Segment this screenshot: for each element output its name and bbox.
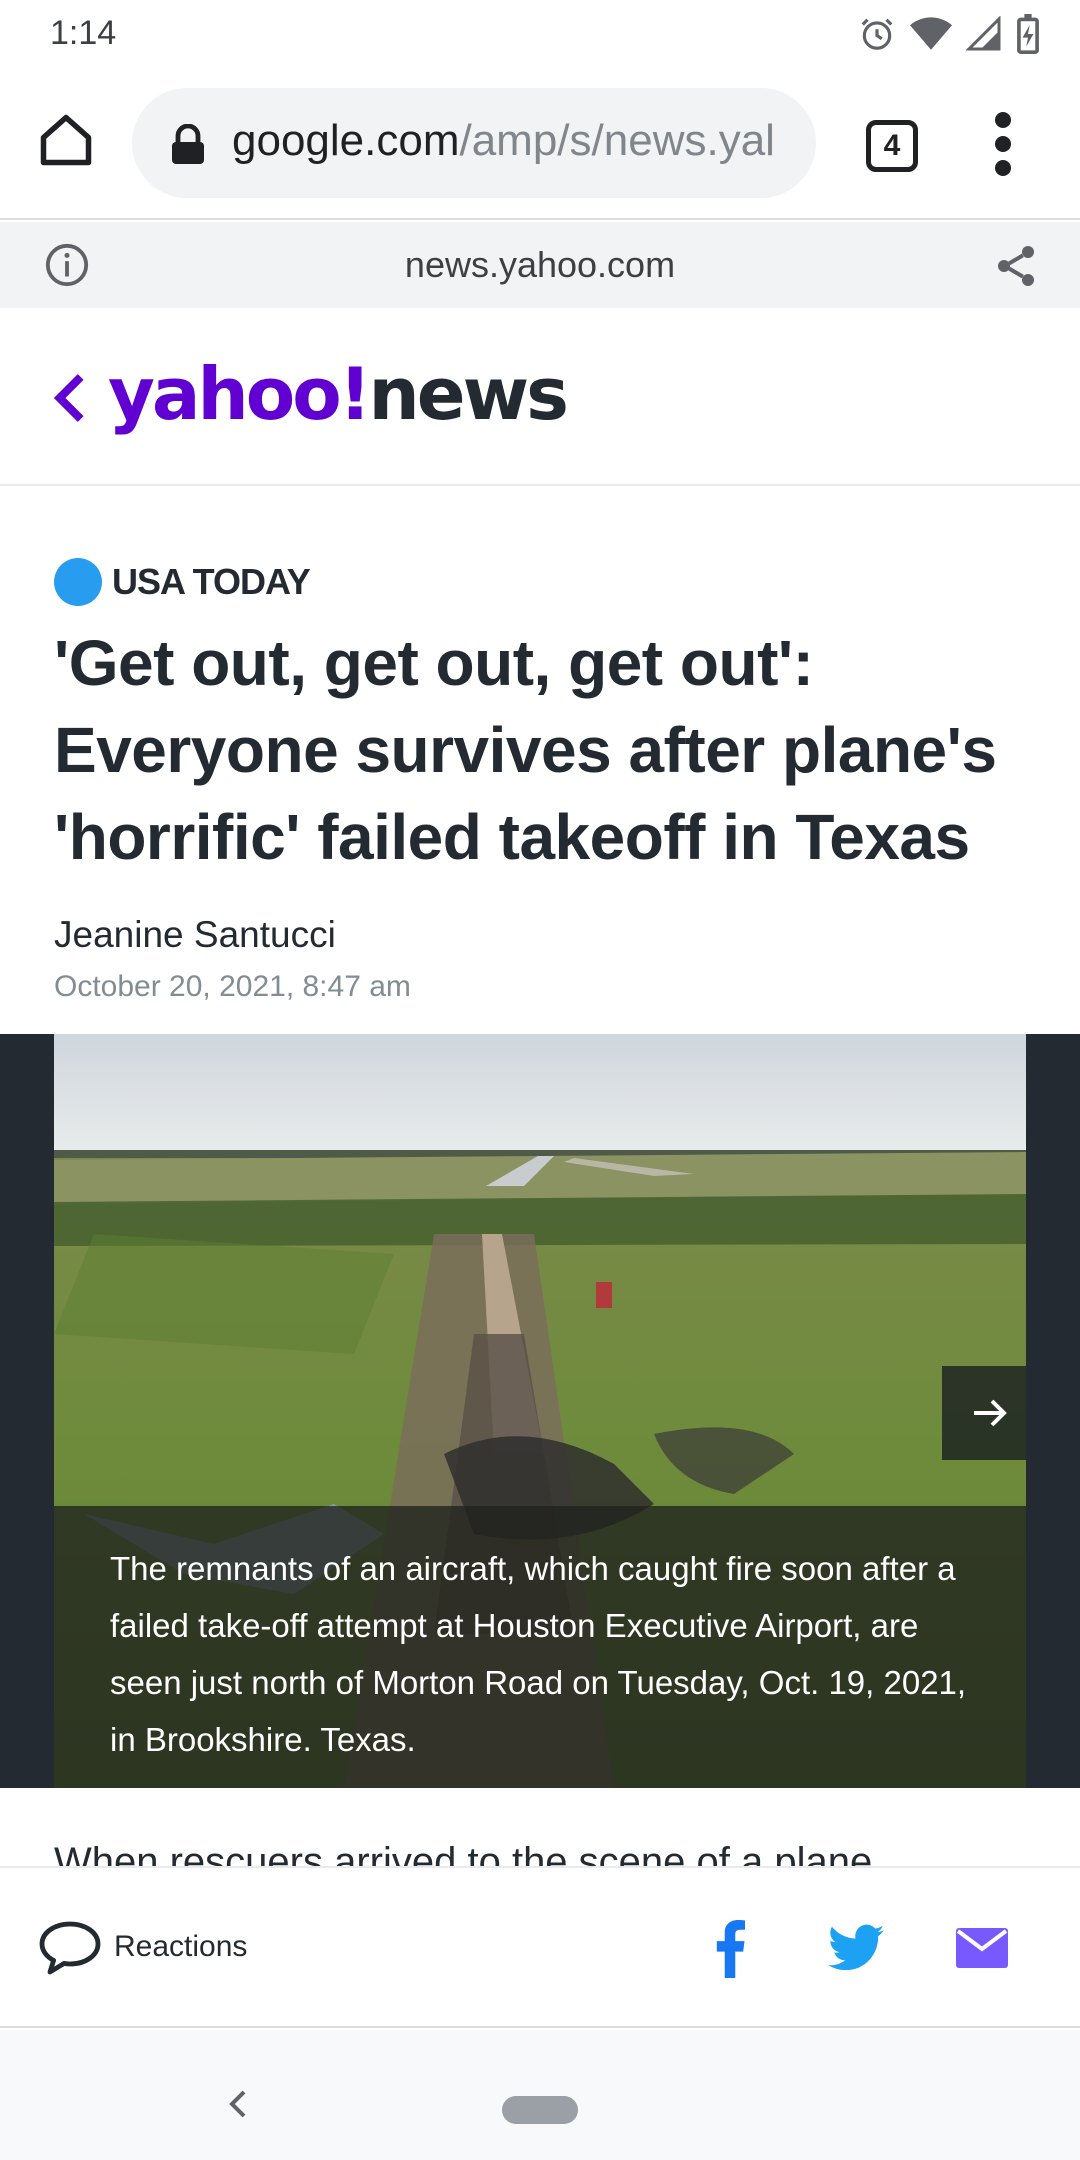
wifi-icon: [910, 17, 952, 50]
status-bar: 1:14: [0, 0, 1080, 66]
publisher[interactable]: USA TODAY: [54, 558, 311, 606]
next-photo-button[interactable]: [942, 1366, 1026, 1460]
article-date: October 20, 2021, 8:47 am: [54, 970, 411, 1003]
arrow-right-icon: [974, 1399, 1007, 1427]
nav-back-icon[interactable]: [228, 2088, 248, 2120]
system-nav-bar: [0, 2030, 1080, 2160]
photo-caption-text: The remnants of an aircraft, which caugh…: [110, 1550, 967, 1758]
photo-container: The remnants of an aircraft, which caugh…: [0, 1034, 1080, 1788]
url-bar[interactable]: google.com/amp/s/news.yal: [132, 88, 816, 198]
article-photo[interactable]: The remnants of an aircraft, which caugh…: [54, 1034, 1026, 1788]
url-text: google.com/amp/s/news.yal: [232, 116, 775, 166]
alarm-icon: [861, 18, 893, 50]
photo-caption: The remnants of an aircraft, which caugh…: [54, 1506, 1026, 1788]
nav-home-pill[interactable]: [502, 2096, 578, 2124]
comment-bubble-icon[interactable]: [38, 1920, 102, 1976]
more-options-icon[interactable]: [988, 112, 1018, 176]
article-action-bar: Reactions: [0, 1866, 1080, 2028]
logo-yahoo: yahoo!: [108, 352, 372, 436]
usa-today-logo-icon: [54, 558, 102, 606]
lock-icon: [172, 124, 204, 164]
logo-news: news: [368, 352, 569, 436]
signal-icon: [966, 16, 1001, 51]
tab-switcher-button[interactable]: 4: [866, 120, 918, 172]
article-headline: 'Get out, get out, get out': Everyone su…: [54, 627, 997, 873]
browser-toolbar: google.com/amp/s/news.yal 4: [0, 66, 1080, 220]
home-icon[interactable]: [36, 110, 96, 170]
yahoo-news-logo[interactable]: yahoo!news: [108, 352, 569, 436]
share-icon[interactable]: [992, 242, 1040, 290]
article-author[interactable]: Jeanine Santucci: [54, 914, 336, 956]
facebook-icon[interactable]: [712, 1920, 748, 1978]
battery-charging-icon: [1017, 14, 1039, 54]
site-header: yahoo!news: [0, 308, 1080, 486]
url-host: google.com: [232, 116, 460, 165]
reactions-label[interactable]: Reactions: [114, 1930, 247, 1964]
back-chevron-icon[interactable]: [52, 370, 86, 426]
url-path: /amp/s/news.yal: [459, 116, 775, 165]
publisher-name: USA TODAY: [112, 561, 311, 602]
status-icons: [858, 12, 1040, 56]
twitter-icon[interactable]: [828, 1924, 884, 1972]
status-time: 1:14: [50, 14, 117, 52]
mail-icon[interactable]: [956, 1928, 1008, 1968]
amp-domain[interactable]: news.yahoo.com: [0, 244, 1080, 286]
amp-info-bar: news.yahoo.com: [0, 222, 1080, 308]
